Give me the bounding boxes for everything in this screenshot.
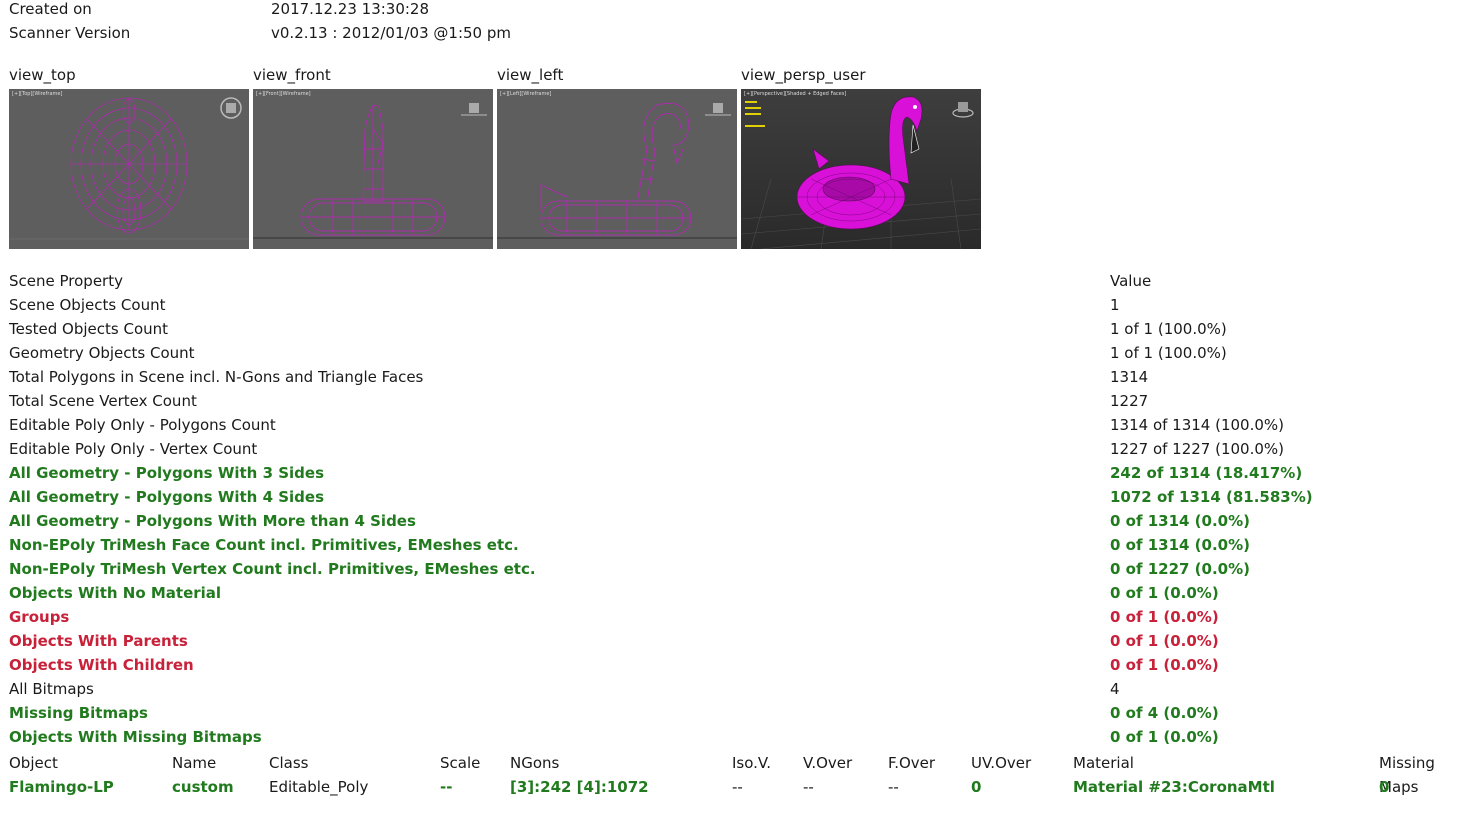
property-name: Non-EPoly TriMesh Face Count incl. Primi… bbox=[9, 536, 519, 554]
object-column-header: Class bbox=[269, 754, 309, 772]
property-value: 0 of 1 (0.0%) bbox=[1110, 632, 1219, 650]
property-name: Tested Objects Count bbox=[9, 320, 169, 338]
table-header: Scene Property Value bbox=[0, 269, 1476, 293]
table-row: Groups 0 of 1 (0.0%) bbox=[0, 605, 1476, 629]
table-row: All Geometry - Polygons With More than 4… bbox=[0, 509, 1476, 533]
object-cell-object: Flamingo-LP bbox=[9, 778, 114, 796]
property-value: 1 of 1 (100.0%) bbox=[1110, 320, 1227, 338]
object-cell-iso-v: -- bbox=[732, 778, 743, 796]
object-column-header: Scale bbox=[440, 754, 481, 772]
table-row: Scene Objects Count 1 bbox=[0, 293, 1476, 317]
property-value: 1227 bbox=[1110, 392, 1149, 410]
svg-text:[+][Perspective][Shaded + Edge: [+][Perspective][Shaded + Edged Faces] bbox=[744, 91, 846, 97]
property-name: Objects With Missing Bitmaps bbox=[9, 728, 262, 746]
value-header: Value bbox=[1110, 272, 1152, 290]
object-column-header: NGons bbox=[510, 754, 560, 772]
table-row: Objects With Parents 0 of 1 (0.0%) bbox=[0, 629, 1476, 653]
object-cell-scale: -- bbox=[440, 778, 453, 796]
object-column-header: Material bbox=[1073, 754, 1134, 772]
object-cell-missing-maps: 0 bbox=[1379, 778, 1390, 796]
table-row: Tested Objects Count 1 of 1 (100.0%) bbox=[0, 317, 1476, 341]
property-value: 1227 of 1227 (100.0%) bbox=[1110, 440, 1285, 458]
object-cell-class: Editable_Poly bbox=[269, 778, 369, 796]
property-value: 1314 bbox=[1110, 368, 1149, 386]
view-persp-user-label: view_persp_user bbox=[741, 66, 866, 84]
object-cell-ngons: [3]:242 [4]:1072 bbox=[510, 778, 649, 796]
created-value: 2017.12.23 13:30:28 bbox=[271, 0, 430, 18]
object-column-header: Missing Maps bbox=[1379, 754, 1435, 796]
property-name: All Geometry - Polygons With More than 4… bbox=[9, 512, 416, 530]
property-value: 0 of 1 (0.0%) bbox=[1110, 608, 1219, 626]
object-column-header: F.Over bbox=[888, 754, 936, 772]
property-value: 1 bbox=[1110, 296, 1120, 314]
property-value: 0 of 1314 (0.0%) bbox=[1110, 512, 1250, 530]
view-left-label: view_left bbox=[497, 66, 564, 84]
table-row: Non-EPoly TriMesh Face Count incl. Primi… bbox=[0, 533, 1476, 557]
object-cell-material: Material #23:CoronaMtl bbox=[1073, 778, 1275, 796]
property-value: 0 of 4 (0.0%) bbox=[1110, 704, 1219, 722]
table-row: Editable Poly Only - Vertex Count 1227 of… bbox=[0, 437, 1476, 461]
object-column-header: Iso.V. bbox=[732, 754, 772, 772]
property-name: Scene Objects Count bbox=[9, 296, 166, 314]
view-top-image: [+][Top][Wireframe] bbox=[9, 89, 249, 249]
view-top-label: view_top bbox=[9, 66, 76, 84]
property-value: 0 of 1314 (0.0%) bbox=[1110, 536, 1250, 554]
property-value: 4 bbox=[1110, 680, 1120, 698]
table-row: Objects With Missing Bitmaps 0 of 1 (0.0%… bbox=[0, 725, 1476, 749]
property-value: 0 of 1 (0.0%) bbox=[1110, 656, 1219, 674]
view-front-image: [+][Front][Wireframe] bbox=[253, 89, 493, 249]
object-column-header: Object bbox=[9, 754, 58, 772]
view-persp-user-image: [+][Perspective][Shaded + Edged Faces] bbox=[741, 89, 981, 249]
property-name: All Geometry - Polygons With 3 Sides bbox=[9, 464, 325, 482]
property-value: 0 of 1227 (0.0%) bbox=[1110, 560, 1250, 578]
scene-property-header: Scene Property bbox=[9, 272, 123, 290]
property-name: All Bitmaps bbox=[9, 680, 94, 698]
viewport-tag: [+][Top][Wireframe] bbox=[12, 91, 62, 97]
svg-text:[+][Front][Wireframe]: [+][Front][Wireframe] bbox=[256, 91, 311, 97]
object-column-header: UV.Over bbox=[971, 754, 1032, 772]
table-row: Total Polygons in Scene incl. N-Gons and… bbox=[0, 365, 1476, 389]
property-value: 0 of 1 (0.0%) bbox=[1110, 728, 1219, 746]
property-name: Geometry Objects Count bbox=[9, 344, 195, 362]
property-value: 0 of 1 (0.0%) bbox=[1110, 584, 1219, 602]
property-name: Objects With No Material bbox=[9, 584, 222, 602]
property-name: Non-EPoly TriMesh Vertex Count incl. Pri… bbox=[9, 560, 536, 578]
property-name: Editable Poly Only - Polygons Count bbox=[9, 416, 276, 434]
object-cell-uv-over: 0 bbox=[971, 778, 982, 796]
table-row: Objects With Children 0 of 1 (0.0%) bbox=[0, 653, 1476, 677]
property-name: Objects With Children bbox=[9, 656, 194, 674]
table-row: All Geometry - Polygons With 3 Sides 242 … bbox=[0, 461, 1476, 485]
table-row: Geometry Objects Count 1 of 1 (100.0%) bbox=[0, 341, 1476, 365]
object-cell-v-over: -- bbox=[803, 778, 814, 796]
scanner-version-label: Scanner Version bbox=[9, 24, 131, 42]
table-row: Objects With No Material 0 of 1 (0.0%) bbox=[0, 581, 1476, 605]
scanner-version-value: v0.2.13 : 2012/01/03 @1:50 pm bbox=[271, 24, 511, 42]
property-name: Objects With Parents bbox=[9, 632, 188, 650]
table-row: All Geometry - Polygons With 4 Sides 1072… bbox=[0, 485, 1476, 509]
view-left-image: [+][Left][Wireframe] bbox=[497, 89, 737, 249]
property-value: 242 of 1314 (18.417%) bbox=[1110, 464, 1303, 482]
property-name: Total Polygons in Scene incl. N-Gons and… bbox=[9, 368, 424, 386]
table-row: Editable Poly Only - Polygons Count 1314 … bbox=[0, 413, 1476, 437]
table-row: Total Scene Vertex Count 1227 bbox=[0, 389, 1476, 413]
object-column-header: Name bbox=[172, 754, 217, 772]
object-cell-name: custom bbox=[172, 778, 234, 796]
table-row: Non-EPoly TriMesh Vertex Count incl. Pri… bbox=[0, 557, 1476, 581]
property-value: 1 of 1 (100.0%) bbox=[1110, 344, 1227, 362]
view-front-label: view_front bbox=[253, 66, 331, 84]
property-value: 1072 of 1314 (81.583%) bbox=[1110, 488, 1313, 506]
property-value: 1314 of 1314 (100.0%) bbox=[1110, 416, 1285, 434]
property-name: Editable Poly Only - Vertex Count bbox=[9, 440, 258, 458]
object-cell-f-over: -- bbox=[888, 778, 899, 796]
svg-text:[+][Left][Wireframe]: [+][Left][Wireframe] bbox=[500, 91, 551, 97]
property-name: Groups bbox=[9, 608, 70, 626]
created-label: Created on bbox=[9, 0, 92, 18]
property-name: Missing Bitmaps bbox=[9, 704, 148, 722]
object-column-header: V.Over bbox=[803, 754, 853, 772]
table-row: All Bitmaps 4 bbox=[0, 677, 1476, 701]
property-name: All Geometry - Polygons With 4 Sides bbox=[9, 488, 325, 506]
property-name: Total Scene Vertex Count bbox=[9, 392, 197, 410]
table-row: Missing Bitmaps 0 of 4 (0.0%) bbox=[0, 701, 1476, 725]
